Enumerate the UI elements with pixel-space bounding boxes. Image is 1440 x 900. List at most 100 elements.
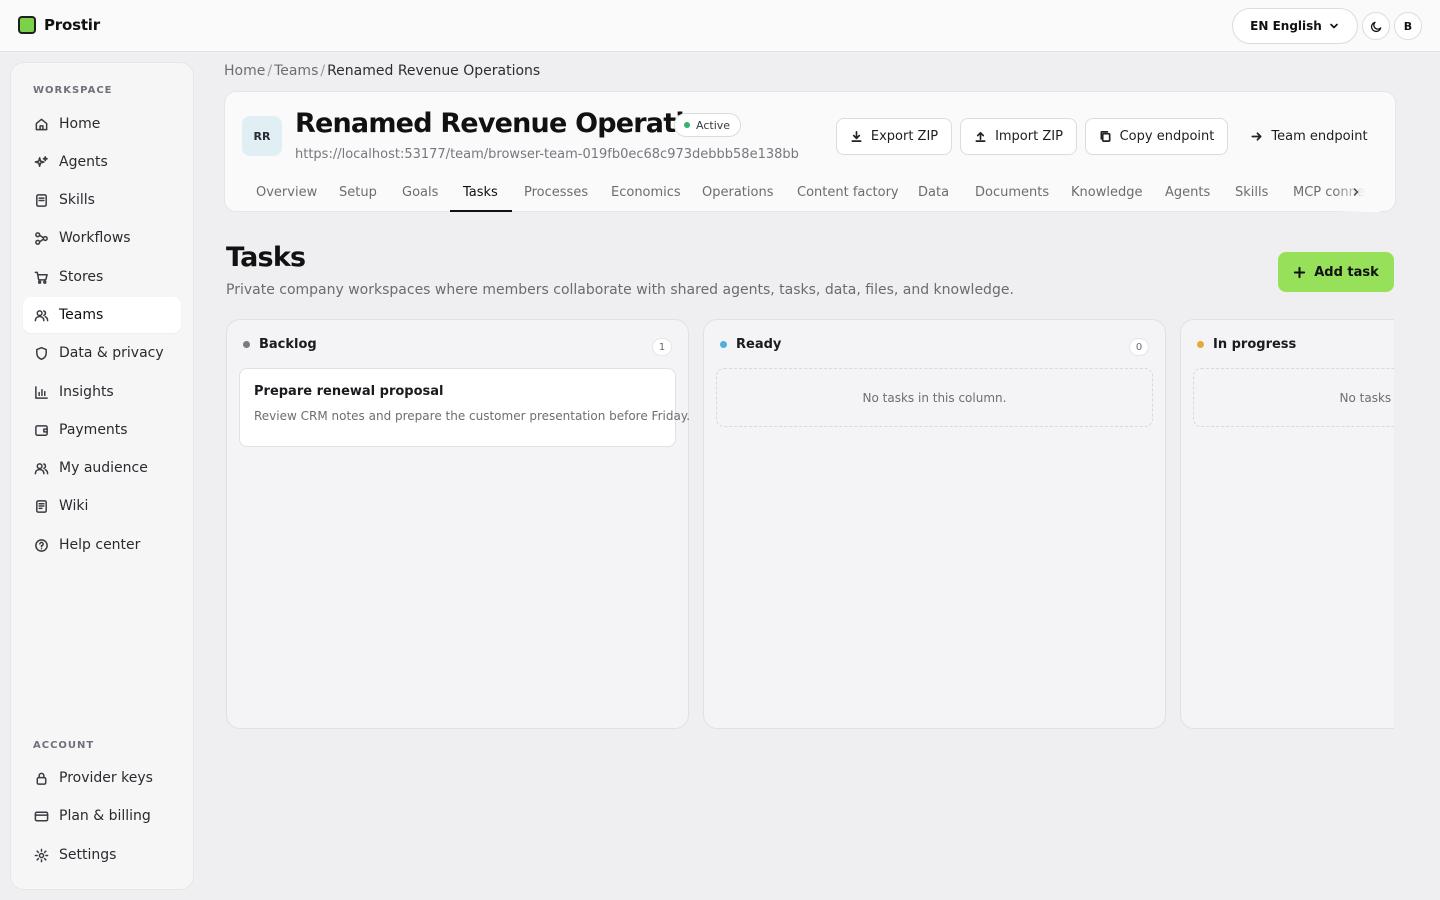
sidebar-item-label: Workflows [59, 230, 131, 246]
column-in-progress: In progress No tasks in this column. [1180, 319, 1394, 729]
user-avatar-button[interactable]: B [1394, 12, 1422, 40]
column-backlog: Backlog 1 Prepare renewal proposal Revie… [226, 319, 690, 729]
breadcrumb-teams-link[interactable]: Teams [274, 63, 318, 79]
tab-knowledge[interactable]: Knowledge [1071, 174, 1142, 212]
team-endpoint-link[interactable]: Team endpoint [1241, 118, 1377, 155]
logo-icon [18, 16, 36, 34]
empty-column-placeholder: No tasks in this column. [716, 368, 1153, 427]
sidebar-item-label: Settings [59, 847, 117, 863]
sidebar-item-label: Plan & billing [59, 808, 151, 824]
add-task-label: Add task [1314, 264, 1379, 280]
breadcrumb: Home / Teams / Renamed Revenue Operation… [224, 63, 540, 79]
bar-chart-icon [35, 385, 48, 399]
download-icon [851, 131, 862, 142]
brand[interactable]: Prostir [18, 16, 100, 34]
breadcrumb-current: Renamed Revenue Operations [327, 63, 541, 79]
tab-setup[interactable]: Setup [339, 174, 377, 212]
sidebar-item-my-audience[interactable]: My audience [23, 450, 181, 486]
help-icon [35, 538, 48, 552]
tab-data[interactable]: Data [918, 174, 949, 212]
sidebar-item-home[interactable]: Home [23, 106, 181, 142]
export-zip-button[interactable]: Export ZIP [836, 118, 952, 155]
sidebar-item-label: Stores [59, 269, 104, 285]
book-icon [36, 193, 47, 207]
team-url: https://localhost:53177/team/browser-tea… [295, 147, 799, 162]
breadcrumb-separator: / [267, 63, 273, 79]
sidebar-item-agents[interactable]: Agents [23, 144, 181, 180]
breadcrumb-home-link[interactable]: Home [224, 63, 265, 79]
page-title: Tasks [226, 242, 306, 273]
add-task-button[interactable]: Add task [1278, 252, 1394, 292]
sidebar-item-stores[interactable]: Stores [23, 259, 181, 295]
tab-documents[interactable]: Documents [975, 174, 1049, 212]
sidebar-item-teams[interactable]: Teams [23, 297, 181, 333]
tab-operations[interactable]: Operations [702, 174, 773, 212]
sidebar-item-settings[interactable]: Settings [23, 837, 181, 873]
column-title: Ready [736, 337, 782, 352]
sidebar-item-help-center[interactable]: Help center [23, 527, 181, 563]
workflow-icon [35, 231, 48, 245]
tab-processes[interactable]: Processes [524, 174, 588, 212]
team-name: Renamed Revenue Operations [295, 108, 736, 139]
sidebar-item-provider-keys[interactable]: Provider keys [23, 760, 181, 796]
status-dot-icon [720, 341, 727, 348]
audience-icon [34, 462, 49, 474]
credit-card-icon [34, 811, 49, 821]
sidebar-item-plan-billing[interactable]: Plan & billing [23, 798, 181, 834]
column-header: Backlog [243, 337, 317, 352]
team-header-card: RR Renamed Revenue Operations Active htt… [224, 91, 1396, 212]
tab-tasks[interactable]: Tasks [450, 174, 512, 212]
task-board: Backlog 1 Prepare renewal proposal Revie… [226, 319, 1394, 729]
cart-icon [34, 271, 48, 284]
sidebar-item-insights[interactable]: Insights [23, 374, 181, 410]
chevron-down-icon [1330, 23, 1338, 29]
sidebar-item-label: Insights [59, 384, 114, 400]
empty-column-placeholder: No tasks in this column. [1193, 368, 1394, 427]
upload-icon [975, 131, 986, 142]
sidebar-item-payments[interactable]: Payments [23, 412, 181, 448]
sidebar-item-label: Wiki [59, 498, 89, 514]
tab-economics[interactable]: Economics [611, 174, 681, 212]
sidebar-item-wiki[interactable]: Wiki [23, 488, 181, 524]
import-zip-label: Import ZIP [995, 129, 1063, 144]
column-header: Ready [720, 337, 781, 352]
tab-content-factory[interactable]: Content factory [797, 174, 899, 212]
status-dot-icon [684, 122, 690, 128]
import-zip-button[interactable]: Import ZIP [960, 118, 1077, 155]
language-selector[interactable]: EN English [1232, 8, 1358, 44]
chevron-right-icon[interactable] [1350, 186, 1362, 198]
sidebar-item-data-privacy[interactable]: Data & privacy [23, 335, 181, 371]
status-label: Active [696, 118, 731, 132]
column-count: 1 [652, 338, 672, 356]
plus-icon [1294, 266, 1306, 278]
wiki-icon [36, 499, 47, 513]
sidebar-item-label: Skills [59, 192, 95, 208]
lock-icon [36, 772, 47, 785]
sidebar-item-label: Home [59, 116, 101, 132]
task-card[interactable]: Prepare renewal proposal Review CRM note… [239, 368, 690, 447]
theme-toggle-button[interactable] [1362, 12, 1390, 40]
arrow-right-icon [1251, 132, 1262, 141]
sparkles-icon [34, 155, 48, 167]
tab-overview[interactable]: Overview [256, 174, 317, 212]
column-title: Backlog [259, 337, 317, 352]
tab-goals[interactable]: Goals [402, 174, 438, 212]
sidebar-item-workflows[interactable]: Workflows [23, 220, 181, 256]
status-dot-icon [243, 341, 250, 348]
home-icon [35, 118, 48, 130]
tab-skills[interactable]: Skills [1235, 174, 1268, 212]
workspace-heading: WORKSPACE [33, 85, 113, 96]
page-description: Private company workspaces where members… [226, 282, 1014, 298]
tab-agents[interactable]: Agents [1165, 174, 1210, 212]
column-ready: Ready 0 No tasks in this column. [703, 319, 1166, 729]
sidebar: WORKSPACE Home Agents Skills Workflows S… [10, 62, 194, 890]
sidebar-item-label: Payments [59, 422, 128, 438]
sidebar-item-label: Agents [59, 154, 108, 170]
column-count: 0 [1129, 338, 1149, 356]
language-label: EN English [1250, 19, 1322, 33]
copy-endpoint-button[interactable]: Copy endpoint [1085, 118, 1228, 155]
sidebar-item-label: Data & privacy [59, 345, 164, 361]
top-bar: Prostir EN English B [0, 0, 1440, 52]
sidebar-item-skills[interactable]: Skills [23, 182, 181, 218]
column-title: In progress [1213, 337, 1297, 352]
